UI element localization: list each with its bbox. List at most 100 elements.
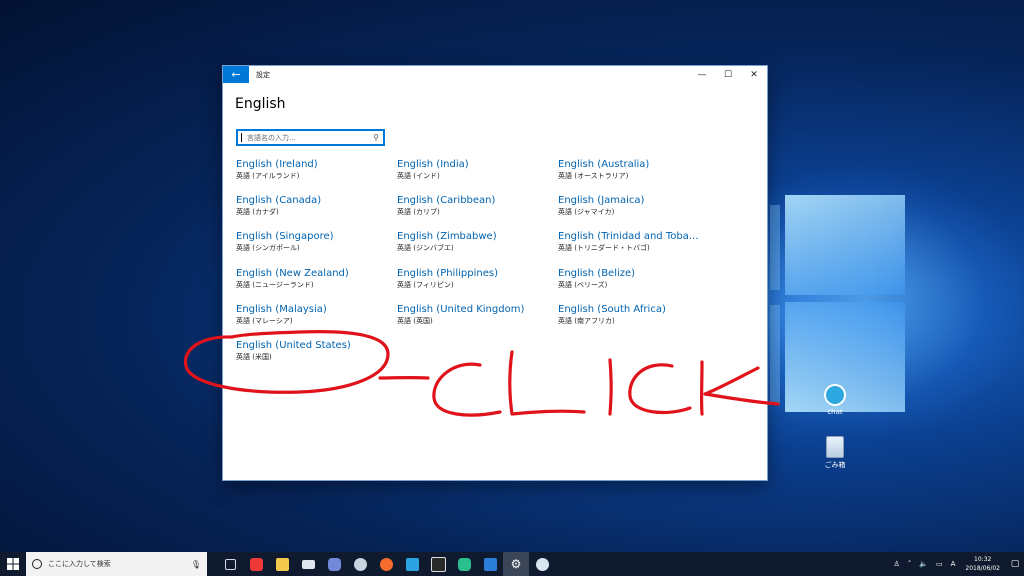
window-controls: — ☐ ✕ — [689, 66, 767, 83]
language-item-english-trinidad[interactable]: English (Trinidad and Toba... 英語 (トリニダード・… — [558, 230, 719, 266]
clock[interactable]: 10:32 2018/06/02 — [965, 555, 1000, 573]
maximize-icon: ☐ — [723, 69, 733, 80]
taskbar-app-task-view[interactable] — [217, 552, 243, 576]
language-native-name: 英語 (ジンバブエ) — [397, 244, 454, 253]
show-hidden-icons-icon[interactable]: ˄ — [908, 560, 912, 568]
amazon-icon — [483, 557, 497, 571]
ime-mode-indicator[interactable]: A — [951, 560, 956, 568]
paint-icon — [535, 557, 549, 571]
language-native-name: 英語 (英国) — [397, 316, 433, 325]
language-name: English (Canada) — [236, 195, 322, 207]
epic-games-icon — [430, 556, 446, 572]
language-item-english-australia[interactable]: English (Australia) 英語 (オーストラリア) — [558, 158, 719, 194]
vivaldi-icon — [249, 557, 263, 571]
language-name: English (Trinidad and Toba... — [558, 231, 699, 243]
language-native-name: 英語 (インド) — [397, 172, 440, 180]
language-native-name: 英語 (シンガポール) — [236, 244, 300, 253]
taskbar-app-blue[interactable] — [399, 552, 425, 576]
chat-app-icon — [457, 557, 471, 571]
language-native-name: 英語 (ジャマイカ) — [558, 208, 615, 217]
language-native-name: 英語 (南アフリカ) — [558, 316, 615, 325]
language-item-english-india[interactable]: English (India) 英語 (インド) — [397, 158, 558, 194]
taskbar-app-settings[interactable]: ⚙ — [503, 552, 529, 576]
language-native-name: 英語 (オーストラリア) — [558, 172, 629, 180]
file-explorer-icon — [275, 557, 289, 571]
language-native-name: 英語 (米国) — [236, 352, 272, 361]
language-name: English (Zimbabwe) — [397, 231, 497, 243]
language-search-input[interactable] — [241, 131, 374, 144]
clock-time: 10:32 — [974, 556, 992, 563]
close-icon: ✕ — [750, 69, 758, 80]
language-name: English (Belize) — [558, 267, 636, 279]
language-item-english-malaysia[interactable]: English (Malaysia) 英語 (マレーシア) — [236, 303, 397, 339]
mail-icon — [301, 559, 315, 569]
language-name: English (United Kingdom) — [397, 303, 525, 315]
taskbar-search-placeholder: ここに入力して検索 — [48, 560, 111, 568]
system-tray: ♙ ˄ 🔈 ▭ A 10:32 2018/06/02 ▢ — [889, 552, 1024, 576]
microphone-icon[interactable]: 🎙 — [191, 560, 201, 569]
language-item-english-caribbean[interactable]: English (Caribbean) 英語 (カリブ) — [397, 194, 558, 230]
minimize-button[interactable]: — — [689, 66, 715, 83]
taskbar-app-epic-games[interactable] — [425, 552, 451, 576]
desktop-icon-recycle-bin[interactable]: ごみ箱 — [815, 436, 855, 470]
back-button[interactable]: ← — [223, 66, 249, 83]
taskbar-app-origin[interactable] — [373, 552, 399, 576]
close-button[interactable]: ✕ — [741, 66, 767, 83]
steam-icon — [353, 557, 367, 571]
people-icon[interactable]: ♙ — [893, 560, 899, 568]
taskbar-app-mail[interactable] — [295, 552, 321, 576]
language-name: English (United States) — [236, 339, 351, 351]
taskbar-app-chat[interactable] — [451, 552, 477, 576]
language-name: English (Ireland) — [236, 159, 318, 170]
taskbar-app-paint[interactable] — [529, 552, 555, 576]
language-item-english-ireland[interactable]: English (Ireland) 英語 (アイルランド) — [236, 158, 397, 194]
language-item-english-united-states[interactable]: English (United States) 英語 (米国) — [236, 339, 397, 375]
language-item-english-zimbabwe[interactable]: English (Zimbabwe) 英語 (ジンバブエ) — [397, 230, 558, 266]
taskbar: ここに入力して検索 🎙 ⚙ ♙ ˄ 🔈 ▭ A 10:32 2018/06/02… — [0, 552, 1024, 576]
language-item-english-canada[interactable]: English (Canada) 英語 (カナダ) — [236, 194, 397, 230]
language-item-english-south-africa[interactable]: English (South Africa) 英語 (南アフリカ) — [558, 303, 719, 339]
window-title: 設定 — [256, 70, 270, 79]
desktop-icon-chat[interactable]: chat — [815, 384, 855, 416]
language-item-english-new-zealand[interactable]: English (New Zealand) 英語 (ニュージーランド) — [236, 267, 397, 303]
taskbar-app-amazon[interactable] — [477, 552, 503, 576]
search-icon[interactable]: ⚲ — [373, 133, 379, 142]
language-item-english-united-kingdom[interactable]: English (United Kingdom) 英語 (英国) — [397, 303, 558, 339]
origin-icon — [379, 557, 393, 571]
page-title: English — [235, 96, 286, 112]
language-name: English (New Zealand) — [236, 267, 349, 279]
start-button[interactable] — [0, 552, 26, 576]
language-native-name: 英語 (ベリーズ) — [558, 280, 608, 289]
language-native-name: 英語 (アイルランド) — [236, 172, 300, 180]
volume-icon[interactable]: 🔈 — [919, 560, 928, 568]
taskbar-app-steam[interactable] — [347, 552, 373, 576]
notification-icon: ▢ — [1010, 559, 1020, 569]
taskbar-app-vivaldi[interactable] — [243, 552, 269, 576]
maximize-button[interactable]: ☐ — [715, 66, 741, 83]
title-bar[interactable]: ← 設定 — ☐ ✕ — [223, 66, 767, 83]
taskbar-app-file-explorer[interactable] — [269, 552, 295, 576]
minimize-icon: — — [697, 69, 707, 80]
language-name: English (Caribbean) — [397, 195, 496, 207]
language-item-english-jamaica[interactable]: English (Jamaica) 英語 (ジャマイカ) — [558, 194, 719, 230]
network-icon[interactable]: ▭ — [936, 560, 943, 568]
wallpaper-logo-pane — [770, 305, 780, 405]
language-native-name: 英語 (カリブ) — [397, 208, 440, 217]
language-item-english-singapore[interactable]: English (Singapore) 英語 (シンガポール) — [236, 230, 397, 266]
taskbar-app-discord[interactable] — [321, 552, 347, 576]
language-native-name: 英語 (トリニダード・トバゴ) — [558, 244, 650, 253]
chat-bubble-icon — [824, 384, 846, 406]
task-view-icon — [224, 558, 236, 570]
discord-icon — [327, 557, 341, 571]
language-name: English (Malaysia) — [236, 303, 327, 315]
taskbar-search-box[interactable]: ここに入力して検索 🎙 — [26, 552, 207, 576]
settings-gear-icon: ⚙ — [510, 557, 522, 571]
language-item-english-belize[interactable]: English (Belize) 英語 (ベリーズ) — [558, 267, 719, 303]
language-native-name: 英語 (カナダ) — [236, 208, 279, 217]
wallpaper-logo-pane — [785, 195, 905, 295]
language-native-name: 英語 (ニュージーランド) — [236, 280, 314, 289]
language-item-english-philippines[interactable]: English (Philippines) 英語 (フィリピン) — [397, 267, 558, 303]
language-list: English (Ireland) 英語 (アイルランド) English (In… — [236, 158, 719, 375]
language-search-box[interactable]: ⚲ — [236, 129, 385, 146]
action-center-button[interactable]: ▢ — [1006, 552, 1024, 576]
